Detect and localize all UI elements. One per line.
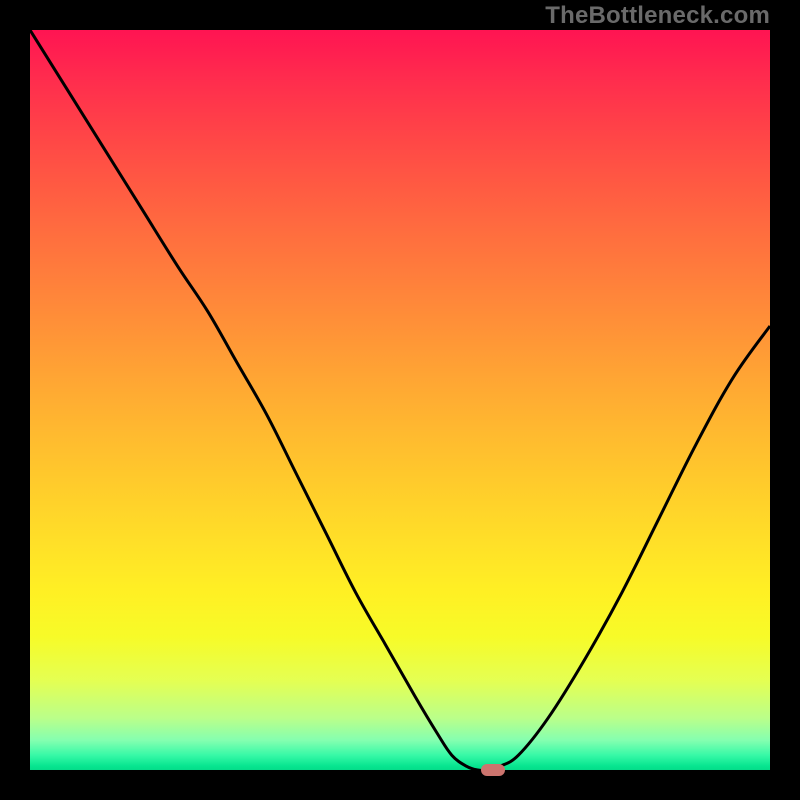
plot-area: [30, 30, 770, 770]
background-gradient: [30, 30, 770, 770]
watermark-text: TheBottleneck.com: [545, 2, 770, 30]
chart-frame: [30, 30, 770, 770]
optimum-marker: [481, 764, 505, 776]
